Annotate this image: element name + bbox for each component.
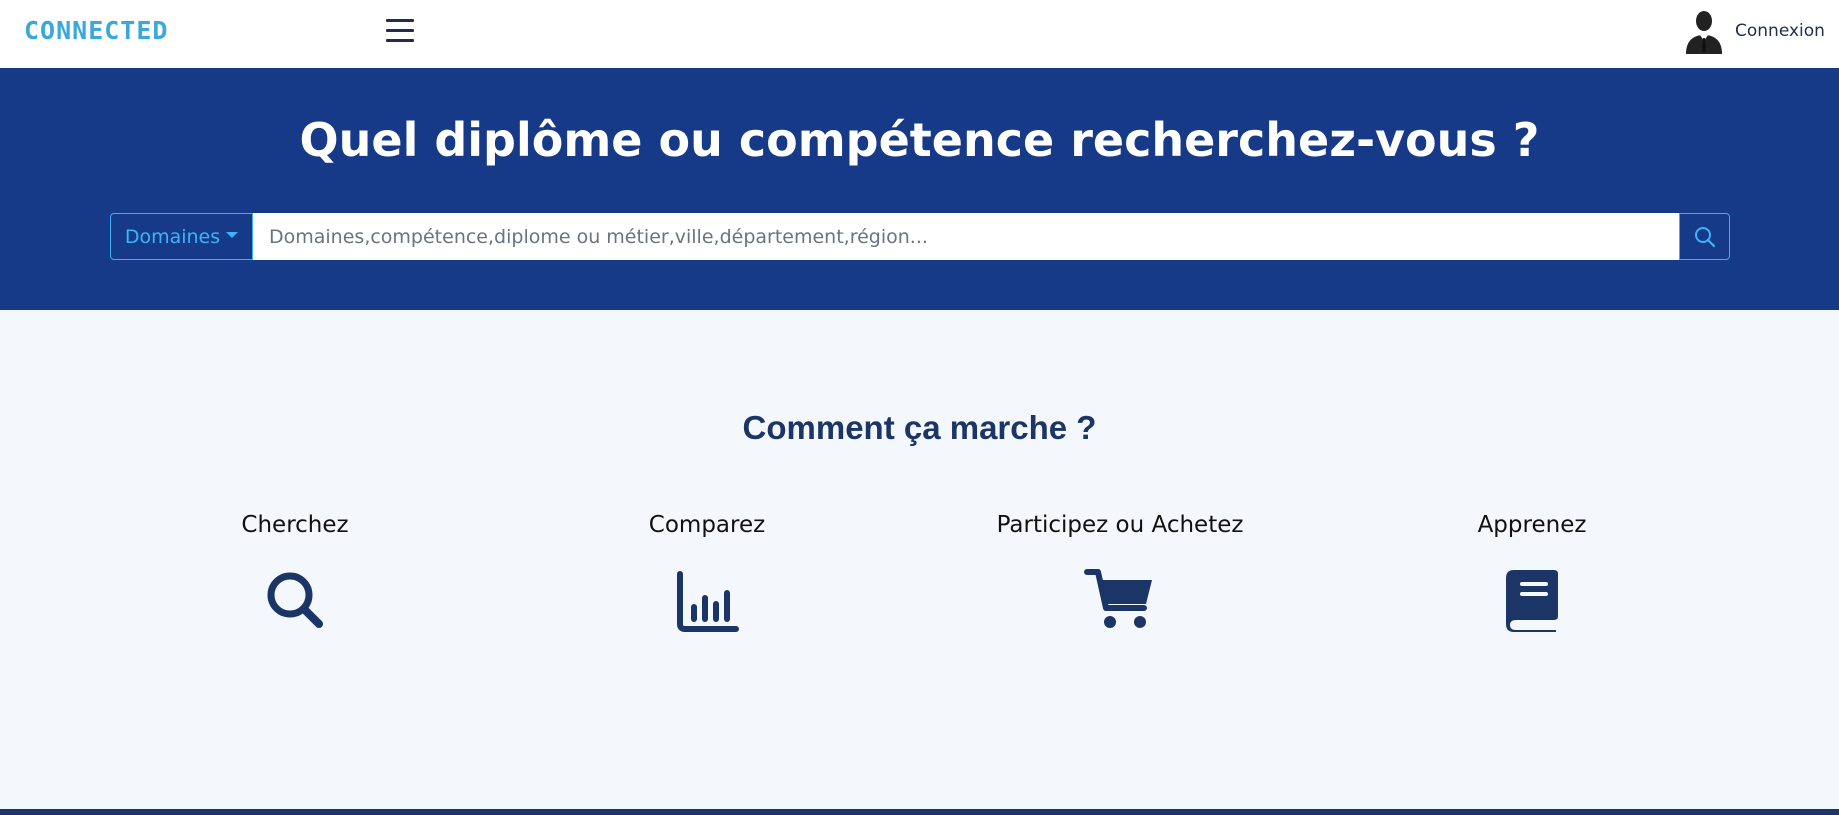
step-learn: Apprenez <box>1322 508 1742 632</box>
step-label: Participez ou Achetez <box>996 512 1244 538</box>
hero-section: Quel diplôme ou compétence recherchez-vo… <box>0 68 1839 310</box>
search-input[interactable] <box>253 213 1679 260</box>
how-it-works-title: Comment ça marche ? <box>742 409 1097 446</box>
hero-title: Quel diplôme ou compétence recherchez-vo… <box>299 113 1540 167</box>
step-participate: Participez ou Achetez <box>910 508 1330 632</box>
search-icon <box>1694 226 1715 247</box>
step-label: Cherchez <box>241 512 349 538</box>
step-label: Comparez <box>648 512 766 538</box>
menu-toggle-icon[interactable] <box>386 16 416 44</box>
book-icon <box>1506 570 1558 632</box>
brand-logo[interactable]: CONNECTED <box>24 14 168 48</box>
shopping-cart-icon <box>1084 569 1152 628</box>
caret-down-icon <box>226 232 239 238</box>
domains-dropdown-label: Domaines <box>124 225 221 248</box>
step-label: Apprenez <box>1477 512 1587 538</box>
top-navbar: CONNECTED Connexion <box>0 0 1839 68</box>
footer-strip <box>0 809 1839 815</box>
bar-chart-icon <box>677 571 739 632</box>
step-search: Cherchez <box>85 508 505 632</box>
search-icon <box>267 572 323 628</box>
search-bar: Domaines <box>110 213 1730 260</box>
search-button[interactable] <box>1679 213 1730 260</box>
step-compare: Comparez <box>497 508 917 632</box>
user-avatar-icon[interactable] <box>1682 8 1726 54</box>
login-link[interactable]: Connexion <box>1735 19 1825 43</box>
domains-dropdown-button[interactable]: Domaines <box>110 213 253 260</box>
